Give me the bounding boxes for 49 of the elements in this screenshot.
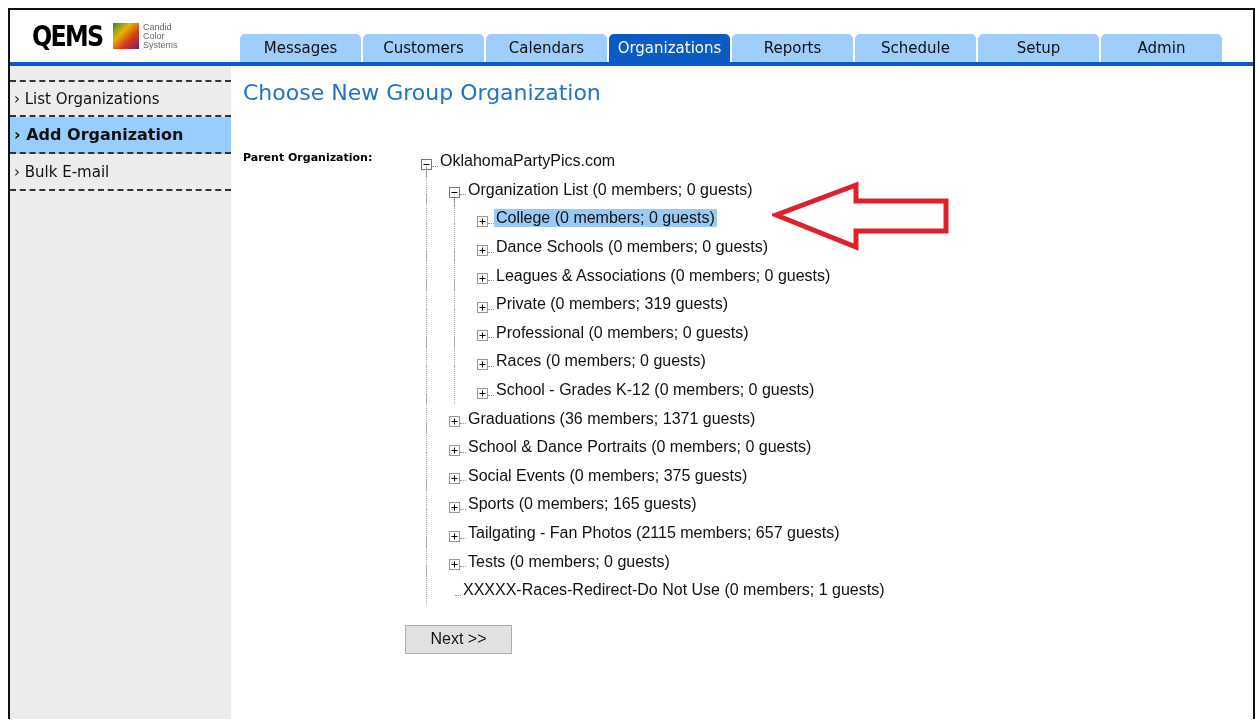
tree-node[interactable]: XXXXX-Races-Redirect-Do Not Use (0 members; 1 guests)	[461, 581, 887, 600]
tree-node[interactable]: Sports (0 members; 165 guests)	[466, 495, 699, 514]
logo-wordmark: QEMS	[32, 19, 103, 53]
tree-node[interactable]: Private (0 members; 319 guests)	[494, 295, 731, 314]
tree-node[interactable]: Organization List (0 members; 0 guests)	[466, 180, 755, 199]
expand-icon[interactable]	[449, 416, 460, 428]
tree-node[interactable]: Races (0 members; 0 guests)	[494, 352, 708, 371]
logo-tagline: Color	[142, 31, 166, 41]
expand-icon[interactable]	[477, 244, 488, 256]
tree-node[interactable]: Tailgating - Fan Photos (2115 members; 657 guests)	[466, 524, 842, 542]
nav-tab[interactable]: Organizations	[609, 34, 730, 62]
tree-node[interactable]: School - Grades K-12 (0 members; 0 guests)	[494, 381, 817, 400]
expand-icon[interactable]	[449, 559, 460, 571]
color-square-icon	[112, 23, 139, 49]
nav-tab[interactable]: Messages	[240, 34, 361, 62]
nav-tab[interactable]: Schedule	[855, 34, 976, 62]
tree-node[interactable]: School & Dance Portraits (0 members; 0 guests)	[466, 438, 814, 457]
nav-tab[interactable]: Calendars	[486, 34, 607, 62]
expand-icon[interactable]	[449, 444, 460, 456]
next-button[interactable]: Next >>	[405, 624, 512, 654]
expand-icon[interactable]	[477, 273, 488, 285]
field-label: Parent Organization:	[243, 150, 374, 166]
page-title: Choose New Group Organization	[243, 80, 602, 105]
collapse-icon[interactable]	[421, 158, 432, 170]
expand-icon[interactable]	[477, 387, 488, 399]
tree-node[interactable]: Dance Schools (0 members; 0 guests)	[494, 238, 771, 257]
expand-icon[interactable]	[477, 330, 488, 342]
expand-icon[interactable]	[449, 473, 460, 485]
nav-tab[interactable]: Reports	[732, 34, 853, 62]
nav-tab[interactable]: Customers	[363, 34, 484, 62]
tree-node[interactable]: College (0 members; 0 guests)	[494, 209, 717, 228]
sidebar-item[interactable]: › Bulk E-mail	[10, 154, 231, 191]
tree-node[interactable]: OklahomaPartyPics.com	[438, 152, 618, 171]
expand-icon[interactable]	[477, 216, 488, 227]
nav-tab[interactable]: Admin	[1101, 34, 1222, 62]
collapse-icon[interactable]	[449, 187, 460, 199]
logo-tagline: Systems	[142, 40, 178, 50]
tree-node[interactable]: Graduations (36 members; 1371 guests)	[466, 409, 758, 428]
expand-icon[interactable]	[477, 358, 488, 370]
logo-tagline: Candid	[142, 22, 173, 32]
tree-node[interactable]: Tests (0 members; 0 guests)	[466, 552, 672, 571]
tree-node[interactable]: Professional (0 members; 0 guests)	[494, 323, 751, 342]
expand-icon[interactable]	[449, 501, 460, 513]
expand-icon[interactable]	[449, 530, 460, 542]
sidebar-item[interactable]: › Add Organization	[10, 117, 231, 154]
expand-icon[interactable]	[477, 301, 488, 313]
tree-node[interactable]: Leagues & Associations (0 members; 0 guests)	[494, 266, 833, 285]
nav-tab[interactable]: Setup	[978, 34, 1099, 62]
tree-node[interactable]: Social Events (0 members; 375 guests)	[466, 466, 750, 485]
